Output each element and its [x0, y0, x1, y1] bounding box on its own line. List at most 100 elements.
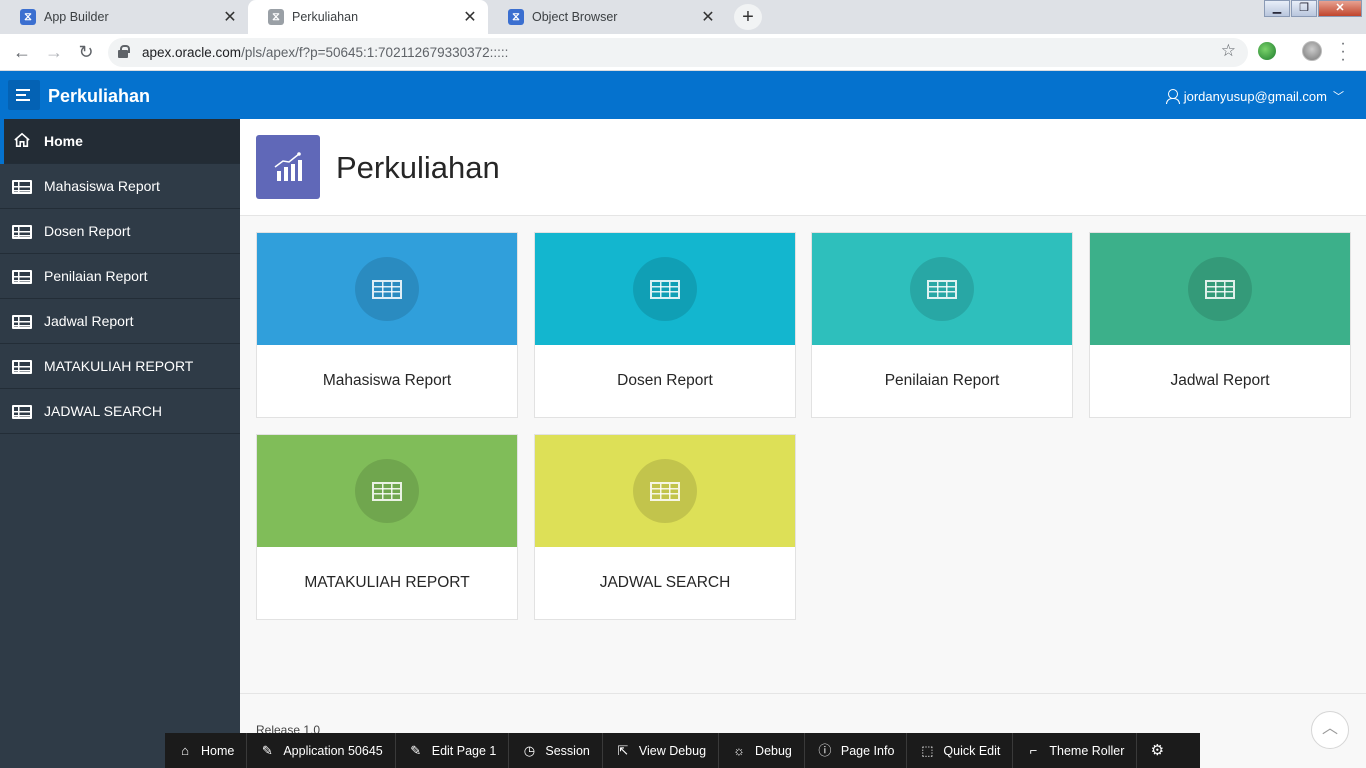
url-host: apex.oracle.com	[142, 45, 242, 60]
close-icon[interactable]: ✕	[222, 7, 238, 27]
bookmark-star-icon[interactable]: ☆	[1221, 41, 1236, 61]
table-icon	[927, 280, 957, 299]
card-banner	[812, 233, 1072, 345]
close-icon[interactable]: ✕	[462, 7, 478, 27]
card-banner	[1090, 233, 1350, 345]
sidebar-item-jadwal-search[interactable]: JADWAL SEARCH	[0, 389, 240, 434]
extension-icon[interactable]	[1258, 42, 1276, 60]
reload-icon[interactable]: ↻	[74, 40, 98, 64]
table-icon	[372, 482, 402, 501]
new-tab-button[interactable]: +	[734, 4, 762, 30]
address-bar[interactable]: apex.oracle.com/pls/apex/f?p=50645:1:702…	[108, 38, 1248, 67]
card-icon-circle	[355, 459, 419, 523]
sidebar-item-label: MATAKULIAH REPORT	[44, 358, 194, 374]
browser-tab-perkuliahan[interactable]: ⧖ Perkuliahan ✕	[248, 0, 488, 34]
browser-tab-object-browser[interactable]: ⧖ Object Browser ✕	[488, 0, 726, 34]
card-icon-circle	[1188, 257, 1252, 321]
dev-application-label: Application 50645	[283, 743, 383, 758]
card-matakuliah-report[interactable]: MATAKULIAH REPORT	[256, 434, 518, 620]
card-penilaian-report[interactable]: Penilaian Report	[811, 232, 1073, 418]
card-icon-circle	[633, 257, 697, 321]
dev-view-debug-button[interactable]: ⇱ View Debug	[603, 733, 720, 768]
dev-theme-roller-button[interactable]: ⌐ Theme Roller	[1013, 733, 1138, 768]
minimize-button[interactable]: ▁	[1264, 0, 1290, 17]
profile-avatar[interactable]	[1302, 41, 1322, 61]
dev-debug-button[interactable]: ☼ Debug	[719, 733, 805, 768]
sidebar-item-matakuliah-report[interactable]: MATAKULIAH REPORT	[0, 344, 240, 389]
card-jadwal-search[interactable]: JADWAL SEARCH	[534, 434, 796, 620]
sidebar-item-dosen-report[interactable]: Dosen Report	[0, 209, 240, 254]
card-label: Mahasiswa Report	[322, 372, 452, 389]
hero-region: Perkuliahan	[240, 119, 1366, 216]
dev-application-button[interactable]: ✎ Application 50645	[247, 733, 396, 768]
card-label: Dosen Report	[617, 372, 713, 389]
window-close-button[interactable]: ✕	[1318, 0, 1362, 17]
sidebar-item-label: JADWAL SEARCH	[44, 403, 162, 419]
url-path: /pls/apex/f?p=50645:1:702112679330372:::…	[241, 45, 509, 60]
dev-settings-button[interactable]: ⚙	[1137, 733, 1177, 768]
menu-toggle-button[interactable]	[8, 80, 40, 110]
table-icon	[12, 225, 32, 239]
user-email: jordanyusup@gmail.com	[1183, 88, 1327, 104]
apex-favicon-icon: ⧖	[268, 9, 284, 25]
dev-view-debug-label: View Debug	[638, 743, 707, 758]
dev-edit-page-button[interactable]: ✎ Edit Page 1	[396, 733, 510, 768]
apex-favicon-icon: ⧖	[508, 9, 524, 25]
close-icon[interactable]: ✕	[700, 7, 716, 27]
window-controls: ▁ ❐ ✕	[1263, 0, 1362, 17]
info-icon: ⓘ	[818, 742, 832, 758]
card-banner	[535, 233, 795, 345]
sidebar-item-penilaian-report[interactable]: Penilaian Report	[0, 254, 240, 299]
user-icon	[1165, 89, 1180, 104]
dev-page-info-button[interactable]: ⓘ Page Info	[805, 733, 908, 768]
dev-quick-edit-button[interactable]: ⬚ Quick Edit	[907, 733, 1014, 768]
lock-icon	[118, 45, 130, 58]
app-header: Perkuliahan jordanyusup@gmail.com ﹀	[0, 71, 1366, 119]
scroll-to-top-button[interactable]: ︿	[1311, 711, 1349, 749]
sidebar-item-jadwal-report[interactable]: Jadwal Report	[0, 299, 240, 344]
card-jadwal-report[interactable]: Jadwal Report	[1089, 232, 1351, 418]
dev-session-label: Session	[545, 743, 590, 758]
maximize-button[interactable]: ❐	[1291, 0, 1317, 17]
browser-menu-icon[interactable]: · · ·	[1338, 36, 1348, 68]
browser-tabstrip: ⧖ App Builder ✕ ⧖ Perkuliahan ✕ ⧖ Object…	[0, 0, 1366, 34]
table-icon	[12, 405, 32, 419]
app-title[interactable]: Perkuliahan	[48, 86, 150, 107]
page-title: Perkuliahan	[336, 150, 500, 185]
sidebar-item-label: Dosen Report	[44, 223, 131, 239]
user-menu[interactable]: jordanyusup@gmail.com ﹀	[1165, 88, 1344, 104]
sidebar-nav: Home Mahasiswa Report Dosen Report Penil…	[0, 119, 240, 768]
dev-home-label: Home	[201, 743, 235, 758]
tab-title: App Builder	[44, 10, 109, 24]
table-icon	[650, 280, 680, 299]
dev-session-button[interactable]: ◷ Session	[509, 733, 603, 768]
edit-app-icon: ✎	[261, 742, 273, 758]
card-icon-circle	[633, 459, 697, 523]
table-icon	[12, 315, 32, 329]
home-icon: ⌂	[181, 742, 189, 758]
main-content: Perkuliahan Mahasiswa Report Dosen Repor…	[240, 119, 1366, 768]
card-dosen-report[interactable]: Dosen Report	[534, 232, 796, 418]
sidebar-item-mahasiswa-report[interactable]: Mahasiswa Report	[0, 164, 240, 209]
table-icon	[12, 360, 32, 374]
browser-tab-app-builder[interactable]: ⧖ App Builder ✕	[0, 0, 248, 34]
apex-favicon-icon: ⧖	[20, 9, 36, 25]
forward-arrow-icon[interactable]: →	[42, 40, 66, 64]
sidebar-item-home[interactable]: Home	[0, 119, 240, 164]
table-icon	[12, 180, 32, 194]
table-icon	[12, 270, 32, 284]
hamburger-line	[16, 89, 30, 91]
dev-quick-edit-label: Quick Edit	[943, 743, 1001, 758]
paint-roller-icon: ⌐	[1029, 742, 1038, 758]
card-mahasiswa-report[interactable]: Mahasiswa Report	[256, 232, 518, 418]
card-label: JADWAL SEARCH	[599, 574, 731, 591]
card-banner	[257, 233, 517, 345]
back-arrow-icon[interactable]: ←	[10, 40, 34, 64]
view-debug-icon: ⇱	[617, 742, 629, 758]
card-label: Jadwal Report	[1170, 372, 1270, 389]
dev-home-button[interactable]: ⌂ Home	[165, 733, 248, 768]
edit-page-icon: ✎	[410, 742, 422, 758]
dev-page-info-label: Page Info	[840, 743, 895, 758]
clock-icon: ◷	[523, 742, 536, 758]
card-label: Penilaian Report	[884, 372, 1000, 389]
